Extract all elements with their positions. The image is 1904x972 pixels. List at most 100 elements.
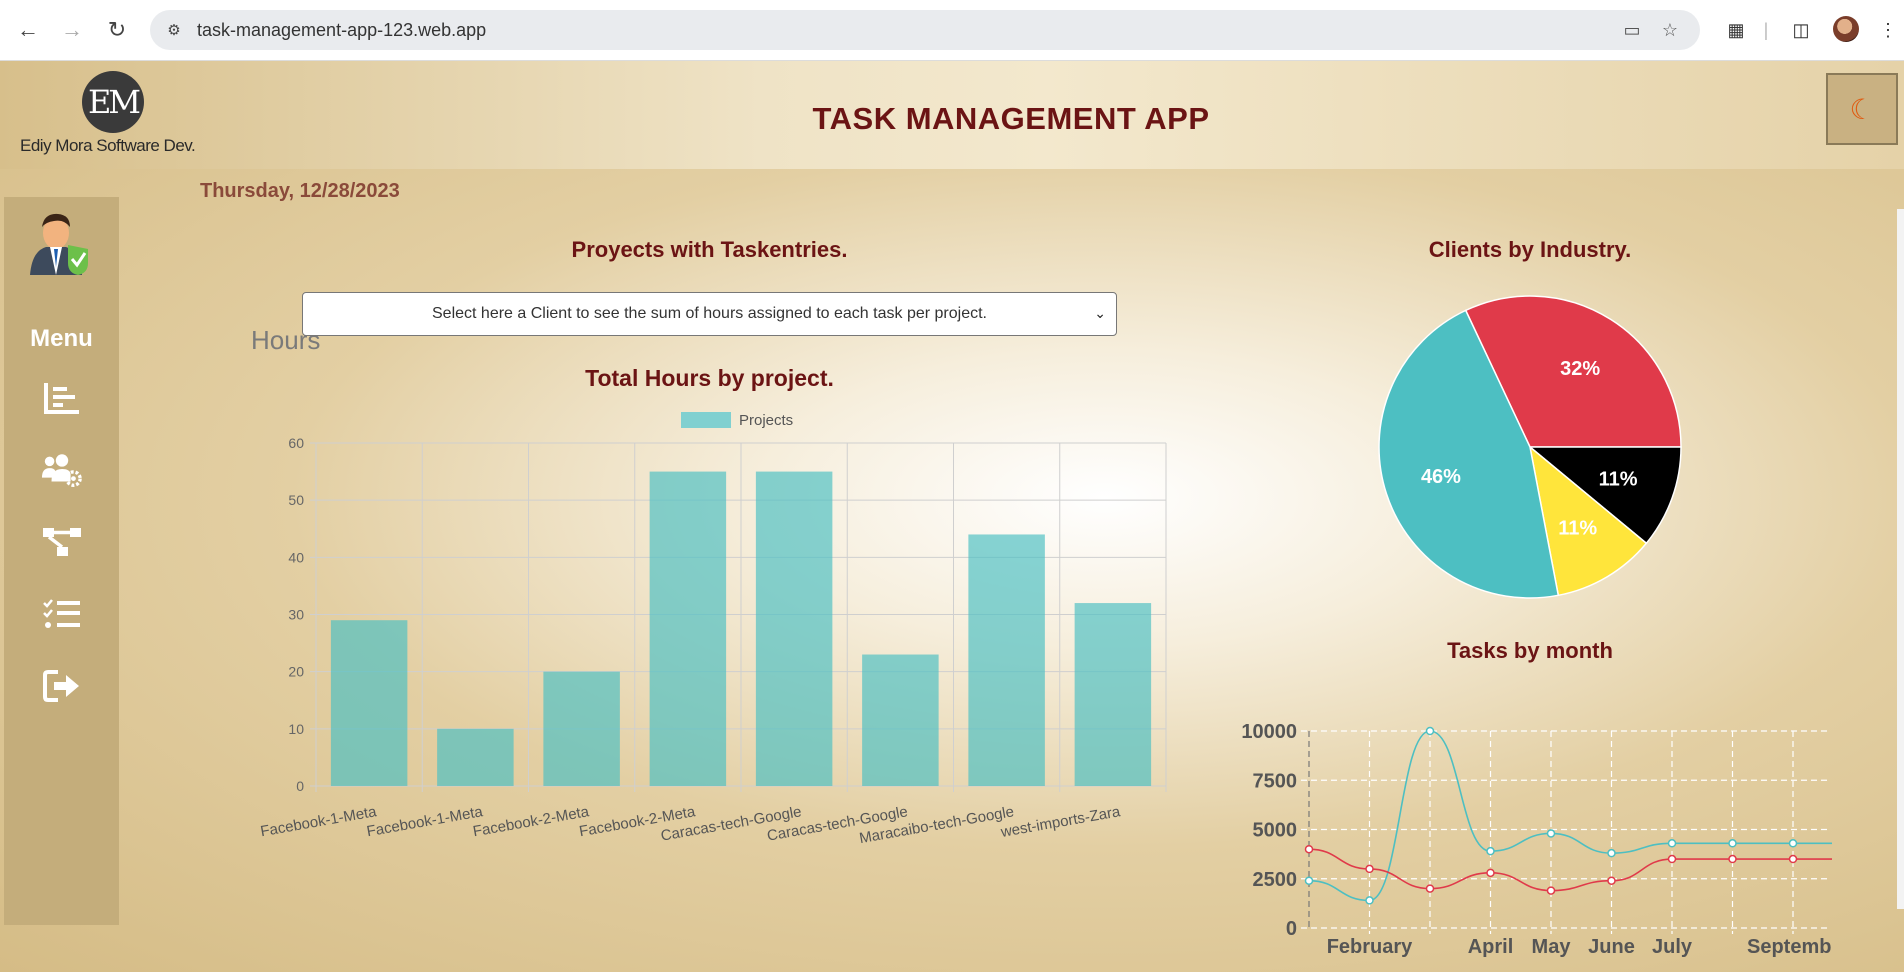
y-tick-label: 10 bbox=[288, 721, 304, 737]
y-tick-label: 30 bbox=[288, 607, 304, 623]
line-point[interactable] bbox=[1425, 726, 1435, 736]
y-tick-label: 20 bbox=[288, 664, 304, 680]
y-tick-label: 50 bbox=[288, 492, 304, 508]
legend-swatch[interactable] bbox=[681, 412, 731, 428]
x-tick-label: May bbox=[1532, 936, 1572, 958]
bar[interactable] bbox=[437, 728, 514, 786]
bar[interactable] bbox=[755, 471, 833, 786]
x-tick-label: west-imports-Zara bbox=[999, 803, 1123, 841]
y-tick-label: 0 bbox=[1286, 918, 1297, 940]
bar-chart-icon bbox=[44, 383, 79, 414]
line-point[interactable] bbox=[1728, 839, 1737, 848]
browser-toolbar: ← → ↻ ⚙ task-management-app-123.web.app … bbox=[0, 0, 1904, 61]
line-point[interactable] bbox=[1788, 854, 1798, 864]
bar[interactable] bbox=[330, 620, 408, 786]
side-panel-icon[interactable]: ◫ bbox=[1787, 16, 1815, 44]
logout-icon bbox=[43, 670, 79, 702]
x-tick-label: July bbox=[1652, 936, 1693, 958]
install-app-icon[interactable]: ▭ bbox=[1620, 18, 1644, 42]
y-tick-label: 7500 bbox=[1253, 770, 1298, 792]
y-tick-label: 2500 bbox=[1253, 869, 1298, 891]
tasks-nav-button[interactable] bbox=[41, 593, 83, 635]
profile-avatar[interactable] bbox=[1833, 16, 1859, 42]
line-point[interactable] bbox=[1667, 839, 1677, 848]
line-point[interactable] bbox=[1365, 896, 1374, 905]
bar[interactable] bbox=[968, 534, 1045, 786]
theme-toggle-button[interactable]: ☾ bbox=[1826, 73, 1898, 145]
page-scrollbar[interactable] bbox=[1897, 209, 1904, 909]
clients-nav-button[interactable] bbox=[41, 449, 83, 491]
browser-menu-icon[interactable]: ⋮ bbox=[1874, 16, 1902, 44]
bar[interactable] bbox=[649, 471, 727, 786]
sidebar: Menu bbox=[4, 197, 119, 925]
task-list-icon bbox=[43, 599, 80, 628]
x-tick-label: Facebook-1-Meta bbox=[259, 803, 378, 840]
chevron-down-icon: ⌄ bbox=[1094, 305, 1106, 321]
projects-nav-button[interactable] bbox=[41, 521, 83, 563]
toolbar-divider: | bbox=[1763, 19, 1769, 40]
line-point[interactable] bbox=[1304, 844, 1314, 854]
line-point[interactable] bbox=[1607, 876, 1616, 885]
y-tick-label: 5000 bbox=[1253, 820, 1298, 842]
forward-icon[interactable]: → bbox=[56, 14, 88, 46]
y-tick-label: 0 bbox=[296, 778, 304, 794]
x-tick-label: February bbox=[1327, 936, 1413, 958]
line-point[interactable] bbox=[1304, 876, 1314, 885]
address-bar[interactable]: ⚙ task-management-app-123.web.app ▭ ☆ bbox=[150, 10, 1700, 50]
y-tick-label: 40 bbox=[288, 549, 304, 565]
line-point[interactable] bbox=[1486, 868, 1495, 878]
bookmark-star-icon[interactable]: ☆ bbox=[1658, 18, 1682, 42]
app-title: TASK MANAGEMENT APP bbox=[812, 101, 1210, 136]
x-tick-label: Facebook-2-Meta bbox=[472, 803, 591, 840]
x-tick-label: April bbox=[1468, 936, 1514, 958]
client-select[interactable]: Select here a Client to see the sum of h… bbox=[302, 292, 1117, 336]
line-point[interactable] bbox=[1546, 886, 1556, 895]
tasks-line-chart: 0 2500 5000 7500 10000 February April May June Ju… bbox=[1241, 721, 1832, 958]
line-point[interactable] bbox=[1546, 829, 1556, 838]
x-tick-label: Septemb bbox=[1747, 936, 1831, 958]
moon-icon: ☾ bbox=[1849, 93, 1875, 125]
extensions-icon[interactable]: ▦ bbox=[1722, 16, 1750, 44]
pie-slice-label: 46% bbox=[1421, 466, 1461, 488]
y-tick-label: 10000 bbox=[1241, 721, 1297, 743]
current-date: Thursday, 12/28/2023 bbox=[200, 180, 400, 202]
line-point[interactable] bbox=[1607, 848, 1616, 858]
x-tick-label: Facebook-1-Meta bbox=[365, 803, 484, 840]
app-page: EM Ediy Mora Software Dev. TASK MANAGEME… bbox=[0, 61, 1904, 972]
company-name: Ediy Mora Software Dev. bbox=[20, 136, 196, 155]
client-select-placeholder: Select here a Client to see the sum of h… bbox=[432, 305, 987, 322]
bar[interactable] bbox=[1074, 603, 1152, 786]
line-point[interactable] bbox=[1486, 846, 1495, 856]
projects-section-title: Proyects with Taskentries. bbox=[571, 237, 848, 262]
bar[interactable] bbox=[543, 671, 620, 786]
line-point[interactable] bbox=[1667, 854, 1677, 864]
x-tick-label: June bbox=[1588, 936, 1635, 958]
clients-pie-chart: 32% 11% 11% 46% bbox=[1378, 295, 1682, 599]
bar[interactable] bbox=[862, 654, 939, 786]
line-series bbox=[1308, 730, 1832, 902]
site-settings-icon[interactable]: ⚙ bbox=[162, 18, 186, 42]
logout-nav-button[interactable] bbox=[41, 665, 83, 707]
clients-section-title: Clients by Industry. bbox=[1428, 237, 1632, 262]
line-series bbox=[1308, 848, 1832, 892]
line-point[interactable] bbox=[1425, 884, 1435, 893]
url-text: task-management-app-123.web.app bbox=[197, 20, 487, 40]
y-tick-label: 60 bbox=[288, 435, 304, 451]
users-gear-icon bbox=[41, 454, 82, 487]
menu-label: Menu bbox=[30, 325, 93, 352]
legend-label[interactable]: Projects bbox=[739, 412, 793, 429]
user-avatar[interactable] bbox=[28, 207, 92, 275]
project-diagram-icon bbox=[43, 528, 81, 556]
line-point[interactable] bbox=[1728, 854, 1737, 864]
pie-slice-label: 11% bbox=[1599, 469, 1638, 491]
line-point[interactable] bbox=[1365, 864, 1374, 874]
dashboard-nav-button[interactable] bbox=[41, 377, 83, 419]
app-header: EM Ediy Mora Software Dev. TASK MANAGEME… bbox=[0, 61, 1904, 169]
reload-icon[interactable]: ↻ bbox=[101, 14, 133, 46]
pie-slice-label: 11% bbox=[1558, 518, 1597, 540]
line-point[interactable] bbox=[1788, 839, 1798, 848]
pie-slice-label: 32% bbox=[1560, 358, 1600, 380]
bar-chart-y-label: Hours bbox=[251, 325, 321, 355]
back-icon[interactable]: ← bbox=[12, 14, 44, 46]
hours-bar-chart: Projects0102030405060Facebook-1-MetaFace… bbox=[259, 412, 1167, 847]
